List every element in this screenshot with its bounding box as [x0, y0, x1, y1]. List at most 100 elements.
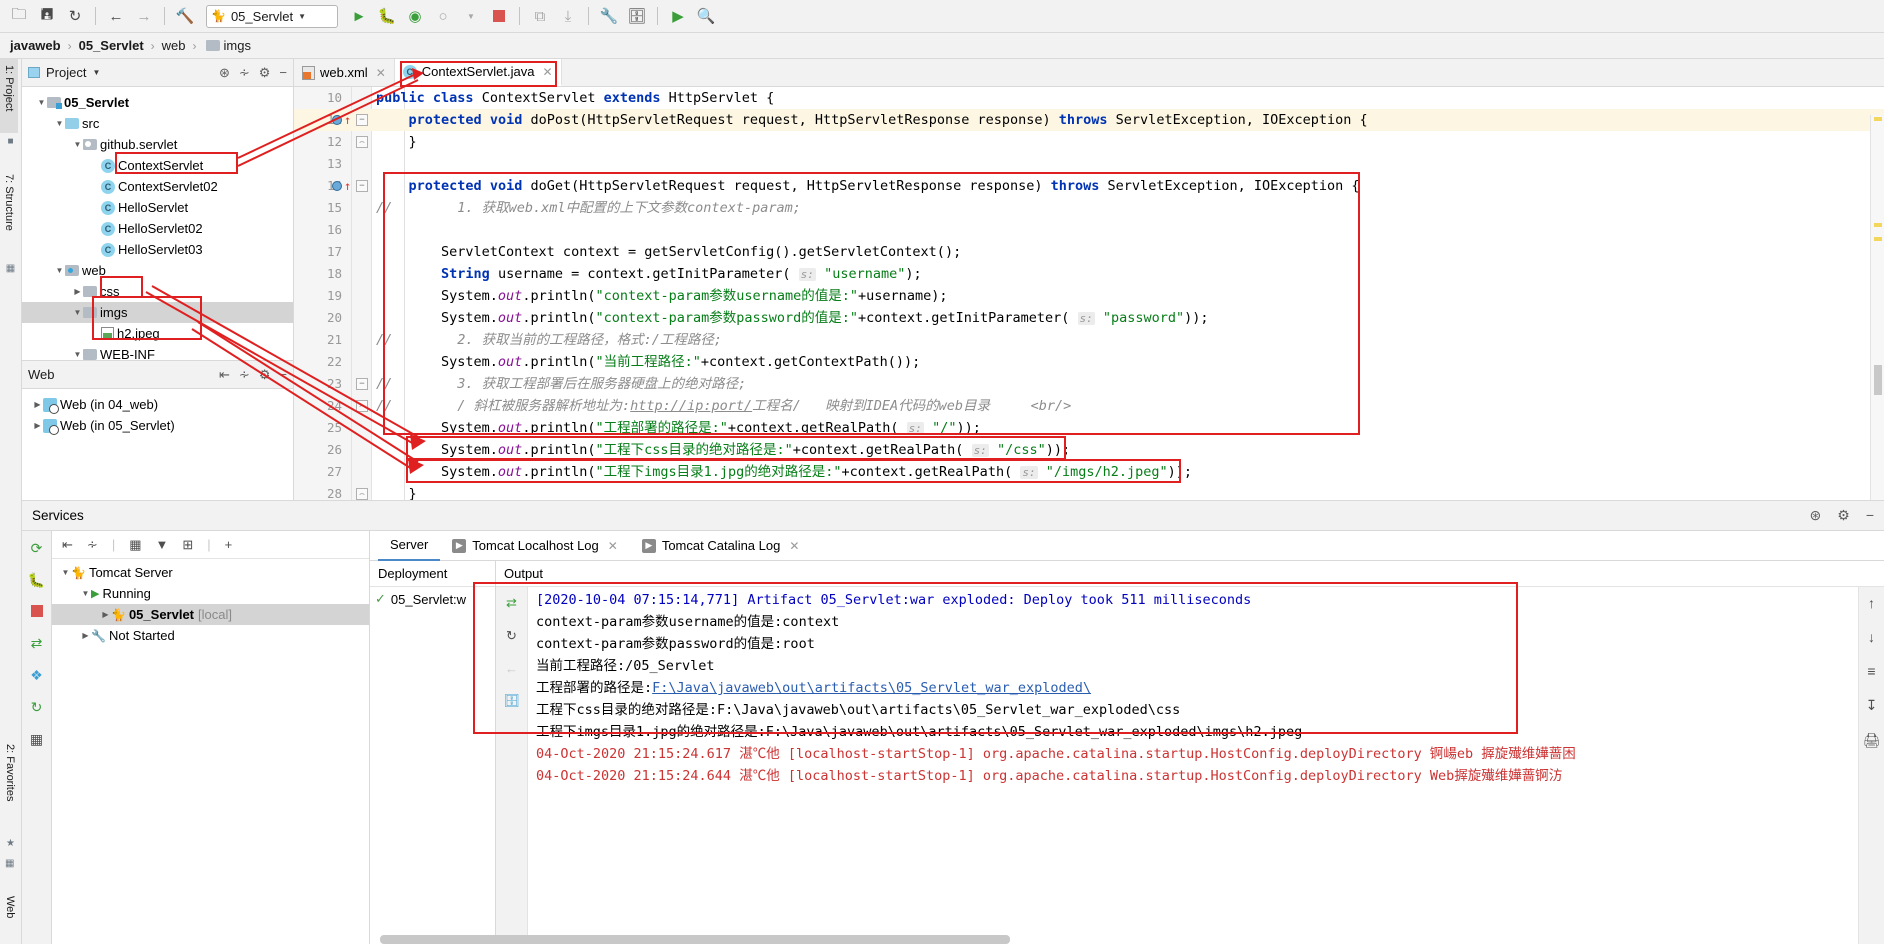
pin-icon[interactable]: 🗄 — [503, 693, 520, 709]
console-file-link[interactable]: F:\Java\javaweb\out\artifacts\05_Servlet… — [652, 680, 1091, 696]
line-number[interactable]: 10 — [294, 87, 342, 109]
save-all-icon[interactable]: 🖪 — [34, 3, 60, 29]
sync-icon[interactable]: ↻ — [62, 3, 88, 29]
wrench-icon[interactable]: 🔧 — [596, 3, 622, 29]
scroll-down-icon[interactable]: ↓ — [1868, 629, 1875, 645]
twisty-expanded-icon[interactable]: ▼ — [54, 119, 65, 128]
update-application-icon[interactable]: ⧉ — [527, 3, 553, 29]
line-number[interactable]: 12 — [294, 131, 342, 153]
tree-item-web[interactable]: ▼ web — [22, 260, 293, 281]
twisty-expanded-icon[interactable]: ▼ — [72, 140, 83, 149]
web-tree-item[interactable]: ▶ Web (in 04_web) — [22, 394, 293, 415]
print-icon[interactable]: 🖨 — [1863, 732, 1881, 749]
line-number[interactable]: 17 — [294, 241, 342, 263]
deployment-row[interactable]: ✓ 05_Servlet:w — [370, 587, 495, 611]
expand-all-icon[interactable]: ⇤ — [219, 367, 230, 383]
tree-item-github-servlet[interactable]: ▼ github.servlet — [22, 134, 293, 155]
warning-marker[interactable] — [1874, 117, 1882, 121]
twisty-collapsed-icon[interactable]: ▶ — [80, 631, 91, 640]
add-tab-icon[interactable]: ⊞ — [182, 537, 193, 553]
twisty-collapsed-icon[interactable]: ▶ — [100, 610, 111, 619]
forward-icon[interactable]: → — [131, 3, 157, 29]
redeploy-icon[interactable]: ⤓ — [555, 3, 581, 29]
sidebar-item-structure[interactable]: 7: Structure — [0, 168, 18, 260]
debug-icon[interactable]: 🐛 — [28, 572, 45, 589]
tree-item-contextservlet[interactable]: C ContextServlet — [22, 155, 293, 176]
line-number[interactable]: 15 — [294, 197, 342, 219]
tree-item-helloservlet03[interactable]: C HelloServlet03 — [22, 239, 293, 260]
sidebar-item-favorites[interactable]: 2: Favorites — [1, 738, 19, 834]
line-number[interactable]: 13 — [294, 153, 342, 175]
twisty-collapsed-icon[interactable]: ▶ — [72, 287, 83, 296]
close-icon[interactable]: ✕ — [542, 65, 552, 79]
tab-web-xml[interactable]: web.xml ✕ — [294, 59, 395, 86]
code-fold-icon[interactable]: ⌢ — [356, 488, 368, 500]
line-number[interactable]: 24 — [294, 395, 342, 417]
restart-icon[interactable]: ↻ — [506, 628, 517, 644]
redeploy-icon[interactable]: ⇄ — [31, 635, 43, 652]
run-anything-icon[interactable]: ▶ — [665, 3, 691, 29]
editor-marker-rail[interactable] — [1870, 115, 1884, 500]
back-icon[interactable]: ← — [505, 661, 518, 676]
rerun-icon[interactable]: ⟳ — [31, 540, 43, 557]
collapse-all-icon[interactable]: ∻ — [87, 537, 98, 553]
line-number[interactable]: 22 — [294, 351, 342, 373]
code-fold-icon[interactable]: − — [356, 180, 368, 192]
sidebar-item-project[interactable]: 1: Project — [0, 59, 18, 133]
close-icon[interactable]: ✕ — [376, 66, 386, 80]
twisty-collapsed-icon[interactable]: ▶ — [32, 400, 43, 409]
build-hammer-icon[interactable]: 🔨 — [172, 3, 198, 29]
profile-icon[interactable]: ○ — [430, 3, 456, 29]
horizontal-scrollbar[interactable] — [380, 935, 1010, 944]
tab-server[interactable]: Server — [378, 531, 441, 561]
tree-item-contextservlet02[interactable]: C ContextServlet02 — [22, 176, 293, 197]
breadcrumb-item-0[interactable]: javaweb — [10, 38, 61, 53]
close-icon[interactable]: ✕ — [608, 539, 618, 553]
breakpoint-icon[interactable] — [332, 115, 342, 125]
line-number[interactable]: 20 — [294, 307, 342, 329]
services-tree-item-running[interactable]: ▼ ▶ Running — [52, 583, 369, 604]
scroll-thumb[interactable] — [1874, 365, 1882, 395]
line-number[interactable]: 19 — [294, 285, 342, 307]
sidebar-item-web[interactable]: Web — [1, 890, 19, 936]
console-output[interactable]: [2020-10-04 07:15:14,771] Artifact 05_Se… — [528, 587, 1884, 944]
open-folder-icon[interactable]: 🗀 — [6, 3, 32, 29]
code-editor[interactable]: 10 public class ContextServlet extends Ht… — [294, 87, 1884, 500]
collapse-all-icon[interactable]: ∻ — [239, 65, 250, 81]
run-configuration-selector[interactable]: 🐈 05_Servlet ▼ — [206, 4, 338, 28]
code-fold-icon[interactable]: − — [356, 114, 368, 126]
hide-panel-icon[interactable]: − — [279, 367, 287, 382]
run-with-coverage-icon[interactable]: ◉ — [402, 3, 428, 29]
line-number[interactable]: 16 — [294, 219, 342, 241]
debug-icon[interactable]: 🐛 — [374, 3, 400, 29]
restart-icon[interactable]: ↻ — [31, 699, 43, 716]
collapse-all-icon[interactable]: ∻ — [239, 367, 250, 383]
gear-icon[interactable]: ⚙ — [1837, 507, 1850, 524]
settings-diamond-icon[interactable]: ❖ — [30, 667, 43, 684]
tree-item-helloservlet02[interactable]: C HelloServlet02 — [22, 218, 293, 239]
line-number[interactable]: 23 — [294, 373, 342, 395]
back-icon[interactable]: ← — [103, 3, 129, 29]
twisty-expanded-icon[interactable]: ▼ — [80, 589, 91, 598]
tree-item-h2-jpeg[interactable]: h2.jpeg — [22, 323, 293, 344]
search-everywhere-icon[interactable]: 🔍 — [693, 3, 719, 29]
gear-icon[interactable]: ⚙ — [259, 367, 271, 383]
breadcrumb-item-2[interactable]: web — [162, 38, 186, 53]
scroll-to-end-icon[interactable]: ↧ — [1866, 697, 1878, 714]
tree-item-src[interactable]: ▼ src — [22, 113, 293, 134]
add-icon[interactable]: + — [225, 537, 233, 552]
close-icon[interactable]: ✕ — [789, 539, 799, 553]
line-number[interactable]: 21 — [294, 329, 342, 351]
hide-panel-icon[interactable]: − — [279, 65, 287, 80]
code-fold-icon[interactable]: ⌢ — [356, 136, 368, 148]
chevron-down-icon[interactable]: ▼ — [92, 68, 100, 77]
breadcrumb-item-1[interactable]: 05_Servlet — [79, 38, 144, 53]
twisty-expanded-icon[interactable]: ▼ — [54, 266, 65, 275]
warning-marker[interactable] — [1874, 223, 1882, 227]
tree-item-helloservlet[interactable]: C HelloServlet — [22, 197, 293, 218]
tree-item-imgs[interactable]: ▼ imgs — [22, 302, 293, 323]
services-tree-item-not-started[interactable]: ▶ 🔧 Not Started — [52, 625, 369, 646]
line-number[interactable]: 18 — [294, 263, 342, 285]
line-number[interactable]: 28 — [294, 483, 342, 500]
tree-item-05-servlet[interactable]: ▼ 05_Servlet — [22, 92, 293, 113]
